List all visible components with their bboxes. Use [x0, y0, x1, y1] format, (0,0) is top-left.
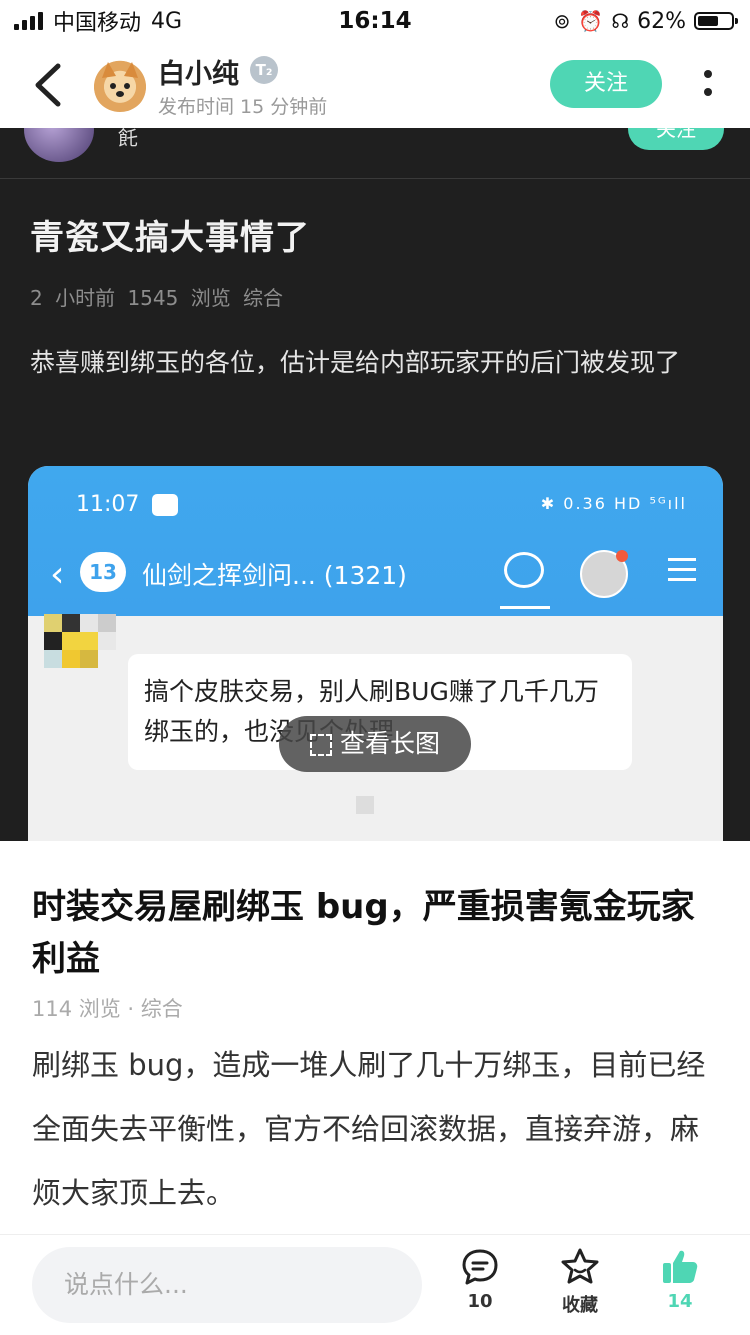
rotation-lock-icon: ⊚ [553, 9, 571, 33]
view-long-image-label: 查看长图 [339, 729, 440, 758]
tab-underline [500, 606, 550, 609]
battery-level [698, 16, 718, 26]
divider [0, 178, 750, 179]
level-badge-icon: T₂ [250, 56, 278, 84]
chat-bubble-icon [504, 552, 544, 588]
publish-time: 发布时间 15 分钟前 [158, 96, 328, 118]
group-name: 仙剑之挥剑问... (1321) [142, 561, 407, 590]
send-icon [152, 494, 178, 516]
like-button[interactable]: 14 [640, 1247, 720, 1312]
thumbs-up-icon [663, 1250, 698, 1283]
comment-count: 10 [467, 1291, 493, 1312]
pixelated-avatar [44, 614, 124, 674]
article: 时装交易屋刷绑玉 bug，严重损害氪金玩家利益 114 浏览 · 综合 刷绑玉 … [0, 841, 750, 1233]
view-long-image-button[interactable]: 查看长图 [279, 716, 471, 772]
chat-header: 11:07 ✱ 0.36 HD ⁵ᴳıll ‹ 13 仙剑之挥剑问... (13… [28, 466, 723, 616]
post-header: 白小纯 T₂ 发布时间 15 分钟前 关注 [0, 42, 750, 128]
article-body: 刷绑玉 bug，造成一堆人刷了几十万绑玉，目前已经全面失去平衡性，官方不给回滚数… [32, 1048, 706, 1210]
follow-button[interactable]: 关注 [550, 60, 662, 108]
signal-icon [14, 12, 43, 30]
chat-avatar [580, 550, 628, 598]
headphones-icon: ☊ [611, 9, 630, 33]
author-name[interactable]: 白小纯 [158, 52, 239, 91]
shared-author-avatar [24, 128, 94, 162]
article-title: 时装交易屋刷绑玉 bug，严重损害氪金玩家利益 [32, 887, 695, 979]
battery-icon [694, 12, 738, 30]
like-count: 14 [667, 1291, 693, 1312]
shared-author-name: 飥 [118, 128, 138, 150]
star-icon [561, 1248, 599, 1284]
comment-button[interactable]: 10 [440, 1247, 520, 1312]
placeholder-square [356, 796, 374, 814]
comment-input[interactable]: 说点什么... [32, 1247, 422, 1323]
avatar[interactable] [92, 56, 148, 112]
comment-icon [462, 1249, 498, 1285]
expand-icon [309, 734, 332, 756]
chat-status-icons: ✱ 0.36 HD ⁵ᴳıll [540, 494, 687, 513]
chat-status-time: 11:07 [76, 492, 140, 517]
shared-post-body: 恭喜赚到绑玉的各位，估计是给内部玩家开的后门被发现了 [30, 348, 681, 377]
favorite-label: 收藏 [562, 1295, 598, 1316]
battery-percent: 62% [637, 8, 686, 34]
more-options-icon[interactable] [700, 64, 716, 104]
network-label: 4G [151, 8, 183, 34]
shared-post-image[interactable]: 飥 关注 青瓷又搞大事情了 2 小时前 1545 浏览 综合 恭喜赚到绑玉的各位… [0, 128, 750, 841]
shared-post-meta: 2 小时前 1545 浏览 综合 [30, 286, 284, 310]
status-left: 中国移动 4G [14, 5, 182, 37]
status-bar: 中国移动 4G 16:14 ⊚ ⏰ ☊ 62% [0, 0, 750, 42]
menu-icon [668, 558, 696, 588]
favorite-button[interactable]: 收藏 [540, 1247, 620, 1317]
shared-post-title: 青瓷又搞大事情了 [30, 218, 310, 258]
carrier-label: 中国移动 [53, 11, 142, 36]
bottom-action-bar: 说点什么... 10 收藏 14 [0, 1234, 750, 1335]
shared-follow-button: 关注 [628, 128, 724, 150]
unread-count-badge: 13 [80, 552, 126, 592]
shiba-avatar-image [102, 62, 138, 97]
alarm-icon: ⏰ [578, 9, 604, 33]
back-icon[interactable] [30, 60, 70, 110]
article-meta: 114 浏览 · 综合 [32, 997, 183, 1021]
chat-back-icon: ‹ [50, 554, 65, 595]
chat-screenshot: 11:07 ✱ 0.36 HD ⁵ᴳıll ‹ 13 仙剑之挥剑问... (13… [28, 466, 723, 841]
status-right: ⊚ ⏰ ☊ 62% [553, 8, 738, 34]
